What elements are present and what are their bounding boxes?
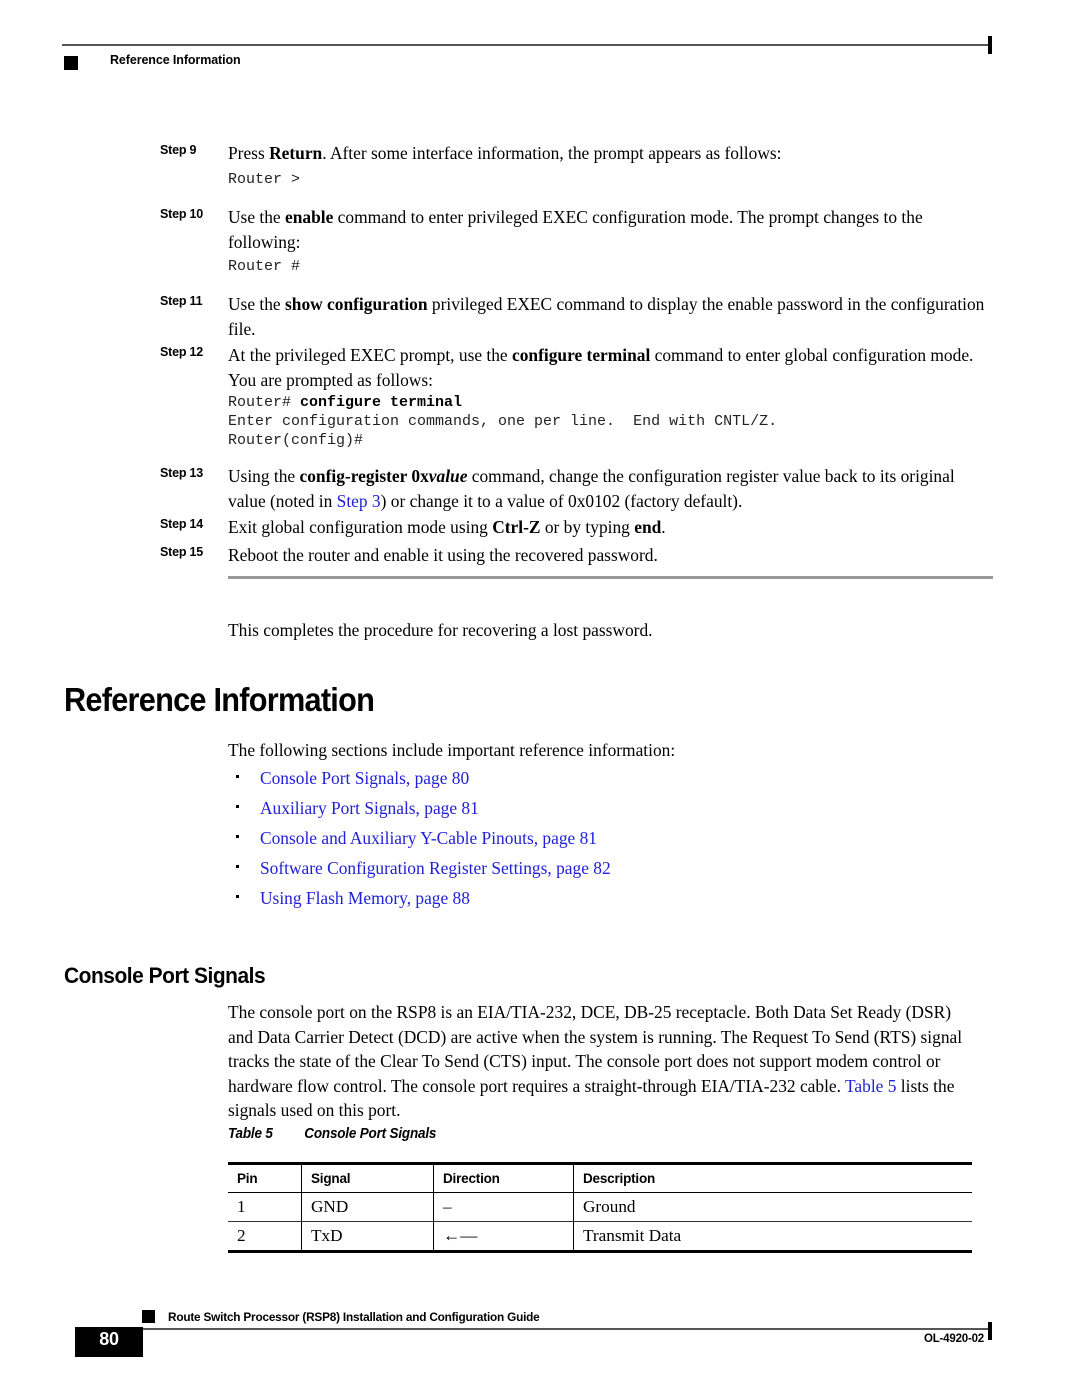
document-id: OL-4920-02 (923, 1333, 984, 1345)
closing-paragraph: This completes the procedure for recover… (228, 620, 653, 640)
list-item[interactable]: Using Flash Memory, page 88 (232, 886, 611, 916)
page-title: Reference Information (64, 681, 375, 718)
step-block-9: Step 9 Press Return. After some interfac… (160, 141, 990, 166)
step-text: Use the enable command to enter privileg… (228, 207, 923, 252)
table-caption: Table 5 Console Port Signals (228, 1126, 436, 1142)
step-block-11: Step 11 Use the show configuration privi… (160, 292, 990, 341)
step-label: Step 13 (160, 466, 204, 480)
link-using-flash-memory[interactable]: Using Flash Memory, page 88 (260, 888, 470, 908)
step-label: Step 11 (160, 294, 203, 308)
page-number: 80 (99, 1329, 119, 1349)
code-line-1-bold: configure terminal (300, 394, 463, 411)
bullet-dot-icon (236, 805, 239, 808)
bullet-dot-icon (236, 835, 239, 838)
step-text: Using the config-register 0xvalue comman… (228, 466, 955, 511)
step-text: Reboot the router and enable it using th… (228, 545, 658, 565)
column-header-signal: Signal (301, 1162, 434, 1193)
cell-pin: 1 (228, 1192, 302, 1222)
subsection-title: Console Port Signals (64, 963, 266, 988)
cell-signal: TxD (301, 1221, 434, 1253)
section-divider-rule (228, 576, 993, 579)
step-label: Step 12 (160, 345, 204, 359)
link-console-port-signals[interactable]: Console Port Signals, page 80 (260, 768, 469, 788)
step-text: Press Return. After some interface infor… (228, 143, 782, 163)
header-bullet-square-icon (64, 56, 78, 70)
cell-pin: 2 (228, 1221, 302, 1253)
code-configure-terminal-output: Router# configure terminal Enter configu… (228, 393, 777, 450)
cell-description: Ground (573, 1192, 972, 1222)
subsection-paragraph: The console port on the RSP8 is an EIA/T… (228, 1000, 973, 1123)
footer-rule-end-tick (988, 1322, 992, 1340)
bullet-dot-icon (236, 865, 239, 868)
cell-signal: GND (301, 1192, 434, 1222)
step-label: Step 9 (160, 143, 197, 157)
column-header-direction: Direction (433, 1162, 574, 1193)
step-text: Use the show configuration privileged EX… (228, 294, 985, 339)
page-footer: Route Switch Processor (RSP8) Installati… (62, 1305, 994, 1365)
bullet-dot-icon (236, 775, 239, 778)
step-block-10: Step 10 Use the enable command to enter … (160, 205, 990, 254)
table-row: 2 TxD ←— Transmit Data (228, 1221, 972, 1253)
link-config-register-settings[interactable]: Software Configuration Register Settings… (260, 858, 611, 878)
step-block-13: Step 13 Using the config-register 0xvalu… (160, 464, 990, 513)
cell-direction: ←— (433, 1221, 574, 1253)
list-item[interactable]: Auxiliary Port Signals, page 81 (232, 796, 611, 826)
code-line-1-plain: Router# (228, 394, 301, 411)
table-row: 1 GND – Ground (228, 1192, 972, 1222)
link-auxiliary-port-signals[interactable]: Auxiliary Port Signals, page 81 (260, 798, 479, 818)
footer-guide-title: Route Switch Processor (RSP8) Installati… (168, 1310, 540, 1324)
list-item[interactable]: Console Port Signals, page 80 (232, 766, 611, 796)
link-step-3[interactable]: Step 3 (337, 491, 381, 511)
cell-direction: – (433, 1192, 574, 1222)
table-caption-number: Table 5 (228, 1126, 273, 1142)
link-table-5[interactable]: Table 5 (845, 1076, 896, 1096)
code-router-prompt-1: Router > (228, 171, 301, 188)
step-label: Step 14 (160, 517, 204, 531)
step-label: Step 10 (160, 207, 204, 221)
step-block-15: Step 15 Reboot the router and enable it … (160, 543, 990, 568)
list-item[interactable]: Console and Auxiliary Y-Cable Pinouts, p… (232, 826, 611, 856)
console-port-signals-table: Pin Signal Direction Description 1 GND –… (228, 1162, 972, 1253)
cell-description: Transmit Data (573, 1221, 972, 1253)
table-caption-title: Console Port Signals (304, 1126, 437, 1142)
section-intro-paragraph: The following sections include important… (228, 740, 676, 760)
step-block-12: Step 12 At the privileged EXEC prompt, u… (160, 343, 990, 392)
page-header: Reference Information (62, 36, 992, 80)
link-y-cable-pinouts[interactable]: Console and Auxiliary Y-Cable Pinouts, p… (260, 828, 597, 848)
code-line-2: Enter configuration commands, one per li… (228, 413, 778, 430)
list-item[interactable]: Software Configuration Register Settings… (232, 856, 611, 886)
step-text: Exit global configuration mode using Ctr… (228, 517, 666, 537)
column-header-pin: Pin (228, 1162, 302, 1193)
table-header-row: Pin Signal Direction Description (228, 1162, 972, 1193)
footer-rule (142, 1328, 990, 1330)
step-block-14: Step 14 Exit global configuration mode u… (160, 515, 990, 540)
step-label: Step 15 (160, 545, 204, 559)
header-rule (62, 44, 990, 46)
running-head-title: Reference Information (110, 53, 241, 67)
column-header-description: Description (573, 1162, 972, 1193)
code-router-prompt-2: Router # (228, 258, 301, 275)
step-text: At the privileged EXEC prompt, use the c… (228, 345, 974, 390)
header-rule-end-tick (988, 36, 992, 54)
bullet-dot-icon (236, 895, 239, 898)
footer-bullet-square-icon (142, 1310, 155, 1323)
reference-links-list: Console Port Signals, page 80 Auxiliary … (232, 766, 611, 916)
code-line-3: Router(config)# (228, 432, 364, 449)
